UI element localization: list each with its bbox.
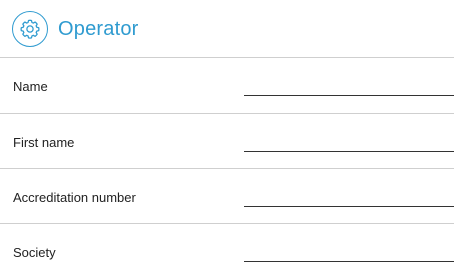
first-name-field[interactable] <box>244 126 454 152</box>
form-row-name: Name <box>0 58 454 113</box>
gear-icon <box>12 11 48 47</box>
accreditation-number-label: Accreditation number <box>13 190 136 205</box>
form-row-society: Society <box>0 224 454 273</box>
operator-header: Operator <box>0 0 454 58</box>
form-row-first-name: First name <box>0 114 454 169</box>
name-field[interactable] <box>244 70 454 96</box>
society-field[interactable] <box>244 236 454 262</box>
form-row-accreditation-number: Accreditation number <box>0 169 454 224</box>
page-title: Operator <box>58 17 139 40</box>
first-name-label: First name <box>13 135 75 150</box>
society-label: Society <box>13 245 56 260</box>
accreditation-number-field[interactable] <box>244 181 454 207</box>
operator-panel: Operator Name First name Accreditation n… <box>0 0 454 273</box>
name-label: Name <box>13 79 48 94</box>
